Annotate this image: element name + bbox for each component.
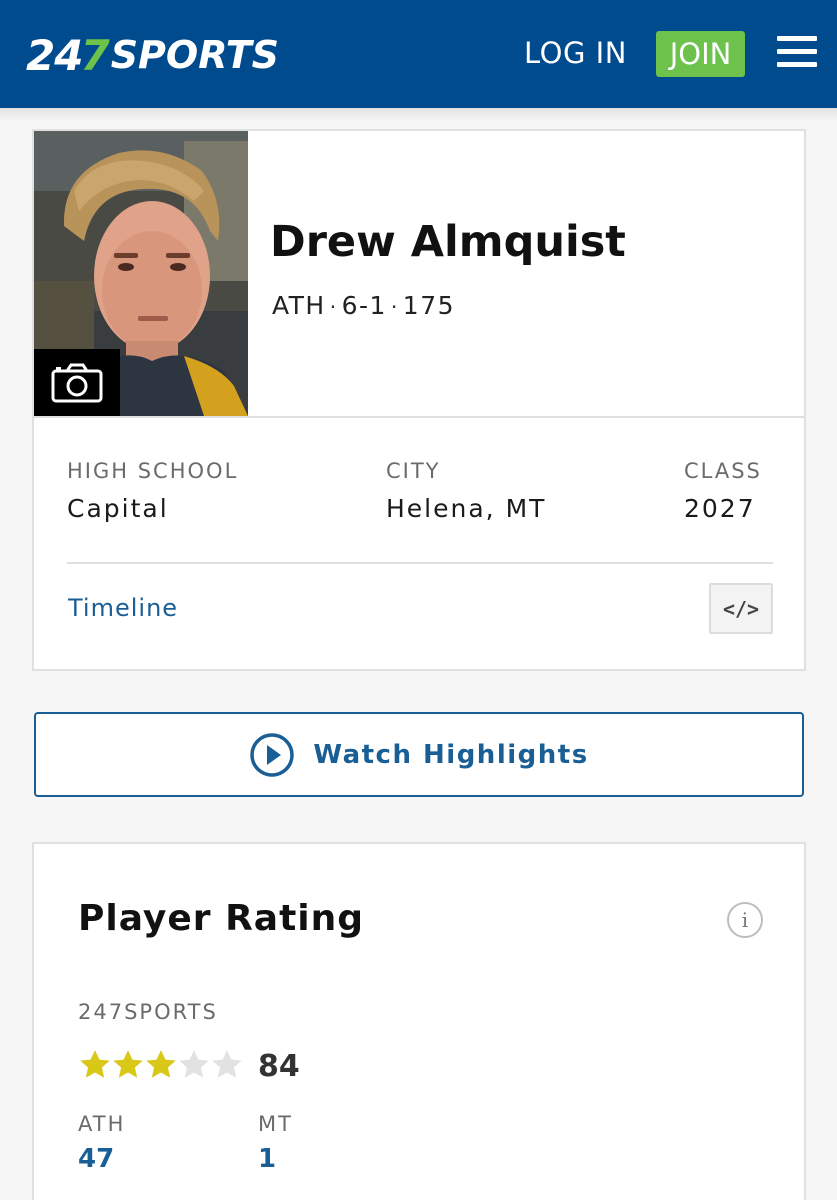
play-circle-icon — [250, 732, 295, 777]
watch-highlights-label: Watch Highlights — [313, 739, 589, 770]
divider — [34, 416, 804, 418]
separator-dot: · — [329, 295, 338, 319]
menu-bar — [777, 49, 817, 54]
embed-code-button[interactable]: </> — [709, 583, 773, 634]
class-label: CLASS — [684, 459, 762, 483]
high-school-label: HIGH SCHOOL — [67, 459, 239, 483]
player-profile-card: Drew Almquist ATH · 6-1 · 175 HIGH SCHOOL Ca… — [32, 129, 806, 671]
login-button[interactable]: LOG IN — [524, 36, 627, 70]
site-logo[interactable]: 24 7 SPORTS — [26, 30, 279, 80]
menu-bar — [777, 36, 817, 41]
site-header: 24 7 SPORTS LOG IN JOIN — [0, 0, 837, 108]
star-rating — [78, 1048, 243, 1082]
watch-highlights-button[interactable]: Watch Highlights — [34, 712, 804, 797]
player-photo[interactable] — [34, 131, 248, 416]
city-label: CITY — [386, 459, 441, 483]
separator-dot: · — [390, 295, 399, 319]
star-filled-icon — [146, 1050, 176, 1078]
player-name: Drew Almquist — [270, 217, 626, 267]
info-icon[interactable]: i — [727, 902, 763, 938]
camera-icon-graphic — [51, 363, 103, 402]
join-button[interactable]: JOIN — [656, 31, 745, 77]
timeline-link[interactable]: Timeline — [68, 594, 178, 622]
player-position: ATH — [272, 291, 326, 320]
star-filled-icon — [80, 1050, 110, 1078]
position-rank-label: ATH — [78, 1112, 126, 1136]
star-filled-icon — [113, 1050, 143, 1078]
rating-score: 84 — [258, 1049, 300, 1084]
city-value: Helena, MT — [386, 494, 547, 523]
player-height: 6-1 — [341, 291, 387, 320]
position-rank-value[interactable]: 47 — [78, 1144, 114, 1174]
camera-icon[interactable] — [34, 349, 120, 416]
player-rating-card: Player Rating i 247SPORTS 84 ATH 47 MT 1 — [32, 842, 806, 1200]
logo-text-7: 7 — [80, 30, 109, 80]
divider — [67, 562, 773, 564]
state-rank-label: MT — [258, 1112, 293, 1136]
star-empty-icon — [212, 1050, 242, 1078]
rating-source-label: 247SPORTS — [78, 1000, 218, 1024]
player-weight: 175 — [402, 291, 456, 320]
logo-text-24: 24 — [26, 30, 83, 80]
header-shadow — [0, 108, 837, 122]
player-measurements: ATH · 6-1 · 175 — [272, 291, 455, 320]
logo-text-sports: SPORTS — [110, 33, 280, 77]
hamburger-menu-icon[interactable] — [777, 36, 817, 70]
menu-bar — [777, 62, 817, 67]
class-value: 2027 — [684, 494, 756, 523]
star-empty-icon — [179, 1050, 209, 1078]
state-rank-value[interactable]: 1 — [258, 1144, 276, 1174]
high-school-value[interactable]: Capital — [67, 494, 169, 523]
player-rating-title: Player Rating — [78, 898, 365, 939]
